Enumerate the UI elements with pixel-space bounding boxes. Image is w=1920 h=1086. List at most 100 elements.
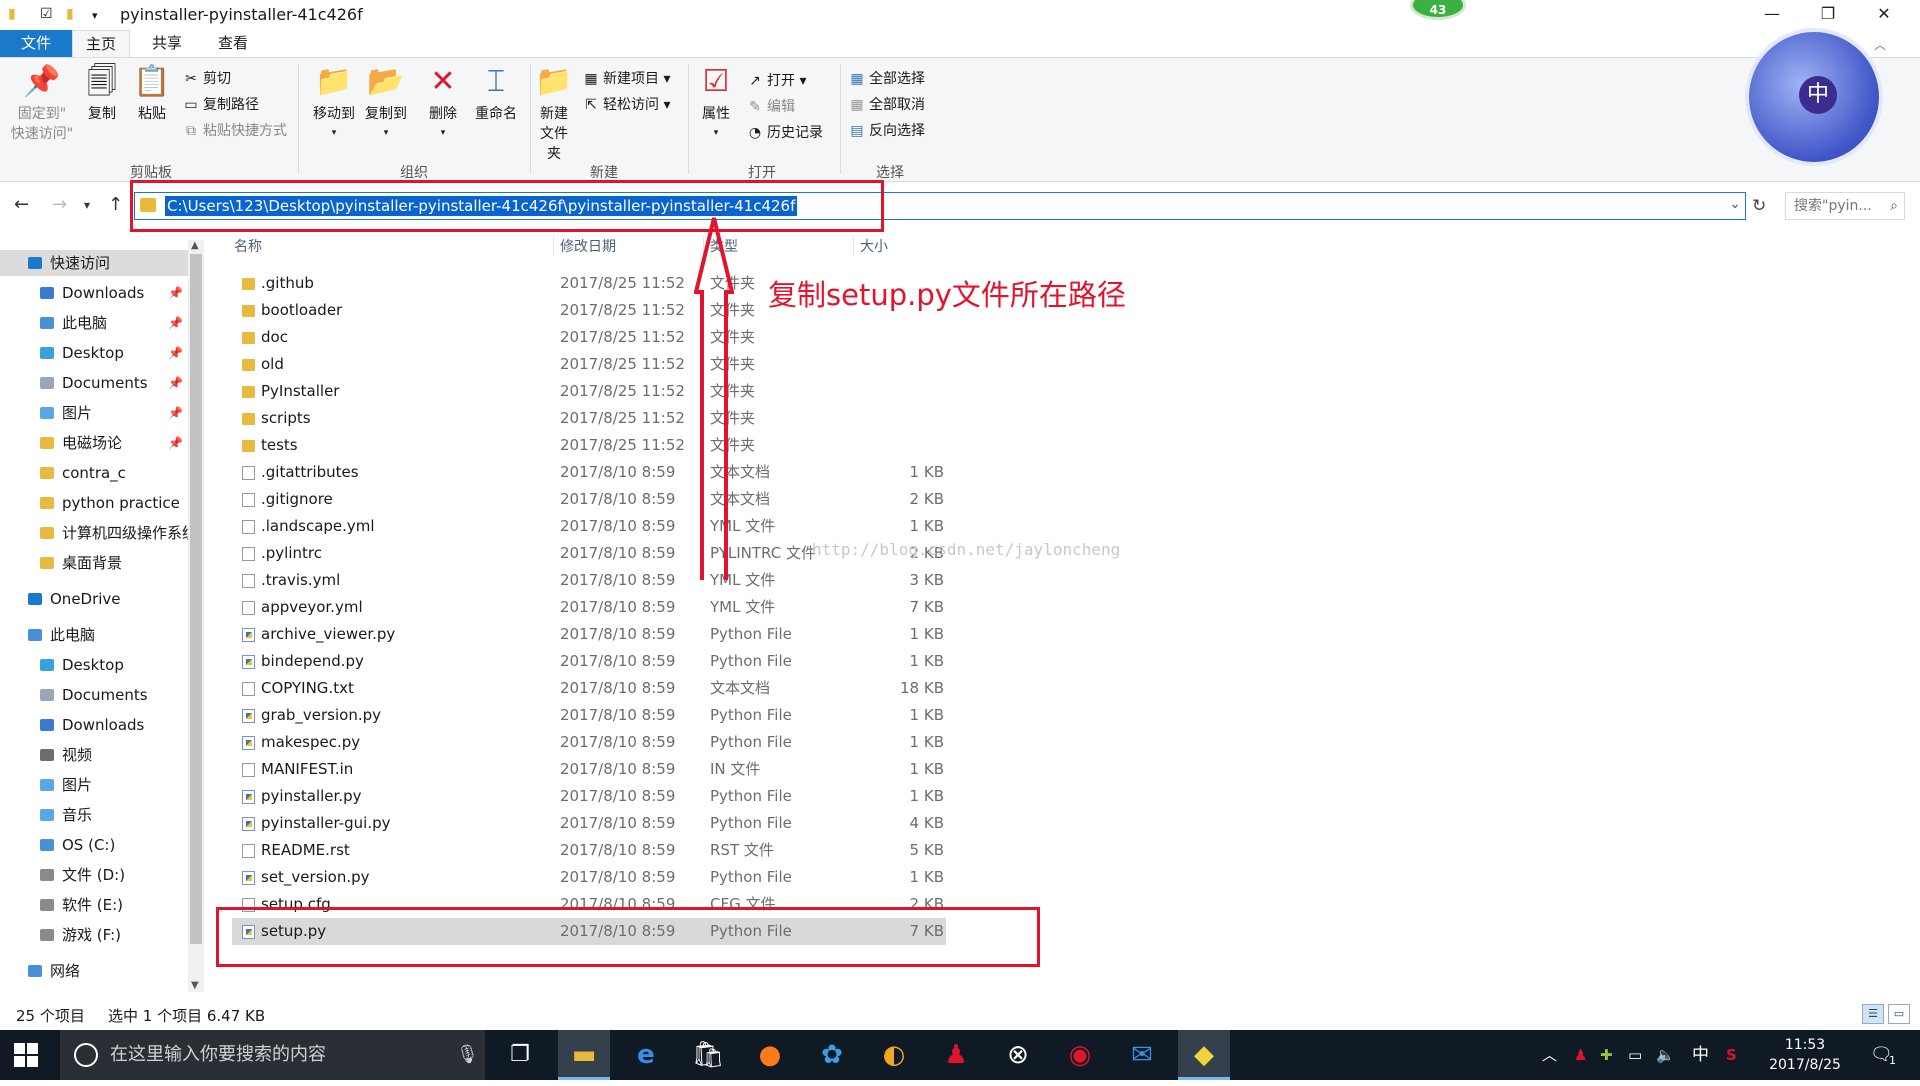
edit-button[interactable]: ✎ 编辑 bbox=[746, 96, 795, 116]
nav-item[interactable]: Desktop 📌 bbox=[0, 340, 190, 366]
tab-share[interactable]: 共享 bbox=[138, 30, 196, 57]
mail-app-icon[interactable]: ✉ bbox=[1116, 1030, 1168, 1080]
firefox-icon[interactable]: ● bbox=[744, 1030, 796, 1080]
file-row[interactable]: makespec.py 2017/8/10 8:59 Python File 1 KB bbox=[232, 729, 946, 756]
invert-selection-button[interactable]: ▤ 反向选择 bbox=[848, 120, 925, 140]
paste-button[interactable]: 📋 粘贴 bbox=[130, 64, 174, 123]
file-row[interactable]: set_version.py 2017/8/10 8:59 Python File 1… bbox=[232, 864, 946, 891]
netease-music-icon[interactable]: ◉ bbox=[1054, 1030, 1106, 1080]
file-row[interactable]: bindepend.py 2017/8/10 8:59 Python File 1 K… bbox=[232, 648, 946, 675]
scrollbar-thumb[interactable] bbox=[190, 254, 202, 944]
nav-item[interactable]: Documents 📌 bbox=[0, 370, 190, 396]
file-row[interactable]: tests 2017/8/25 11:52 文件夹 bbox=[232, 432, 946, 459]
select-all-button[interactable]: ▦ 全部选择 bbox=[848, 68, 925, 88]
nav-item[interactable]: 计算机四级操作系统 bbox=[0, 520, 190, 546]
file-row[interactable]: old 2017/8/25 11:52 文件夹 bbox=[232, 351, 946, 378]
refresh-icon[interactable]: ↻ bbox=[1752, 196, 1766, 216]
history-button[interactable]: ◔ 历史记录 bbox=[746, 122, 823, 142]
file-row[interactable]: MANIFEST.in 2017/8/10 8:59 IN 文件 1 KB bbox=[232, 756, 946, 783]
nav-scrollbar[interactable]: ▲ ▼ bbox=[188, 240, 204, 992]
file-row[interactable]: README.rst 2017/8/10 8:59 RST 文件 5 KB bbox=[232, 837, 946, 864]
file-row[interactable]: archive_viewer.py 2017/8/10 8:59 Python Fi… bbox=[232, 621, 946, 648]
collapse-ribbon-chevron-icon[interactable]: ︿ bbox=[1874, 36, 1886, 53]
column-header-name[interactable]: 名称 bbox=[234, 236, 262, 256]
pin-quick-access-button[interactable]: 📌 固定到" 快速访问" bbox=[6, 64, 78, 143]
microphone-icon[interactable]: 🎙 bbox=[456, 1030, 479, 1080]
battery-icon[interactable]: ▭ bbox=[1628, 1030, 1642, 1080]
tray-security-icon[interactable]: ✚ bbox=[1600, 1030, 1613, 1080]
nav-item[interactable]: 图片 📌 bbox=[0, 400, 190, 426]
column-header-size[interactable]: 大小 bbox=[860, 236, 888, 256]
tab-file[interactable]: 文件 bbox=[0, 30, 72, 57]
file-row[interactable]: .gitattributes 2017/8/10 8:59 文本文档 1 KB bbox=[232, 459, 946, 486]
file-row[interactable]: .travis.yml 2017/8/10 8:59 YML 文件 3 KB bbox=[232, 567, 946, 594]
file-row[interactable]: .landscape.yml 2017/8/10 8:59 YML 文件 1 KB bbox=[232, 513, 946, 540]
file-explorer-icon[interactable]: ▬ bbox=[558, 1030, 610, 1080]
file-row[interactable]: appveyor.yml 2017/8/10 8:59 YML 文件 7 KB bbox=[232, 594, 946, 621]
new-item-button[interactable]: ▦ 新建项目 ▾ bbox=[582, 68, 670, 88]
details-view-button[interactable]: ☰ bbox=[1862, 1004, 1884, 1024]
open-button[interactable]: ↗ 打开 ▾ bbox=[746, 70, 806, 90]
store-icon[interactable]: 🛍 bbox=[682, 1030, 734, 1080]
scroll-up-arrow-icon[interactable]: ▲ bbox=[191, 240, 199, 251]
recent-locations-chevron-icon[interactable]: ▾ bbox=[84, 198, 90, 212]
nav-item[interactable]: Documents bbox=[0, 682, 190, 708]
move-to-button[interactable]: 📁 移动到 ▾ bbox=[308, 64, 360, 139]
scroll-down-arrow-icon[interactable]: ▼ bbox=[191, 980, 199, 991]
select-none-button[interactable]: ▦ 全部取消 bbox=[848, 94, 925, 114]
nav-item[interactable]: python practice bbox=[0, 490, 190, 516]
file-row[interactable]: pyinstaller.py 2017/8/10 8:59 Python File 1… bbox=[232, 783, 946, 810]
file-row[interactable]: scripts 2017/8/25 11:52 文件夹 bbox=[232, 405, 946, 432]
cut-button[interactable]: ✂ 剪切 bbox=[182, 68, 231, 88]
nav-item[interactable]: contra_c bbox=[0, 460, 190, 486]
delete-button[interactable]: ✕ 删除 ▾ bbox=[418, 64, 468, 139]
new-folder-quick-icon[interactable]: ▮ bbox=[66, 6, 74, 22]
ime-indicator[interactable]: 中 bbox=[1692, 1030, 1709, 1080]
close-button[interactable]: ✕ bbox=[1856, 0, 1912, 30]
nav-item[interactable]: 网络 bbox=[0, 958, 190, 984]
large-icons-view-button[interactable]: ▭ bbox=[1888, 1004, 1910, 1024]
nav-item[interactable]: 桌面背景 bbox=[0, 550, 190, 576]
task-view-icon[interactable]: ❐ bbox=[494, 1030, 546, 1080]
show-hidden-icons-chevron-icon[interactable]: ︿ bbox=[1542, 1030, 1557, 1080]
nav-item[interactable]: 图片 bbox=[0, 772, 190, 798]
nav-item[interactable]: OneDrive bbox=[0, 586, 190, 612]
file-row[interactable]: COPYING.txt 2017/8/10 8:59 文本文档 18 KB bbox=[232, 675, 946, 702]
nav-item[interactable]: 此电脑 bbox=[0, 622, 190, 648]
volume-icon[interactable]: 🔈 bbox=[1656, 1030, 1675, 1080]
nav-item[interactable]: OS (C:) bbox=[0, 832, 190, 858]
minimize-button[interactable]: — bbox=[1744, 0, 1800, 30]
properties-quick-icon[interactable]: ☑ bbox=[40, 6, 53, 22]
qq-icon[interactable]: ♟ bbox=[930, 1030, 982, 1080]
forward-arrow-icon[interactable]: → bbox=[52, 194, 67, 215]
column-divider[interactable] bbox=[553, 236, 554, 256]
xbox-icon[interactable]: ⊗ bbox=[992, 1030, 1044, 1080]
up-arrow-icon[interactable]: ↑ bbox=[108, 194, 123, 215]
nav-item[interactable]: 此电脑 📌 bbox=[0, 310, 190, 336]
cloud-drive-icon[interactable]: ✿ bbox=[806, 1030, 858, 1080]
column-header-date[interactable]: 修改日期 bbox=[560, 236, 616, 256]
taskbar-clock[interactable]: 11:53 2017/8/25 bbox=[1765, 1035, 1845, 1075]
file-row[interactable]: pyinstaller-gui.py 2017/8/10 8:59 Python F… bbox=[232, 810, 946, 837]
nav-item[interactable]: 文件 (D:) bbox=[0, 862, 190, 888]
nav-item[interactable]: 软件 (E:) bbox=[0, 892, 190, 918]
nav-item[interactable]: 音乐 bbox=[0, 802, 190, 828]
nav-item[interactable]: Downloads bbox=[0, 712, 190, 738]
easy-access-button[interactable]: ⇱ 轻松访问 ▾ bbox=[582, 94, 670, 114]
restore-button[interactable]: ❐ bbox=[1800, 0, 1856, 30]
nav-item[interactable]: 电磁场论 📌 bbox=[0, 430, 190, 456]
nav-item[interactable]: 快速访问 bbox=[0, 250, 190, 276]
paste-shortcut-button[interactable]: ⧉ 粘贴快捷方式 bbox=[182, 120, 287, 140]
file-row[interactable]: doc 2017/8/25 11:52 文件夹 bbox=[232, 324, 946, 351]
address-dropdown-chevron-icon[interactable]: ⌄ bbox=[1729, 196, 1741, 212]
app-icon[interactable]: ◐ bbox=[868, 1030, 920, 1080]
file-row[interactable]: PyInstaller 2017/8/25 11:52 文件夹 bbox=[232, 378, 946, 405]
start-button[interactable] bbox=[14, 1043, 40, 1067]
nav-item[interactable]: 视频 bbox=[0, 742, 190, 768]
nav-item[interactable]: Downloads 📌 bbox=[0, 280, 190, 306]
back-arrow-icon[interactable]: ← bbox=[14, 194, 29, 215]
sogou-input-icon[interactable]: S bbox=[1726, 1030, 1737, 1080]
customize-toolbar-chevron-icon[interactable]: ▾ bbox=[92, 9, 98, 22]
nav-item[interactable]: 游戏 (F:) bbox=[0, 922, 190, 948]
tray-app-icon[interactable]: ♟ bbox=[1574, 1030, 1587, 1080]
